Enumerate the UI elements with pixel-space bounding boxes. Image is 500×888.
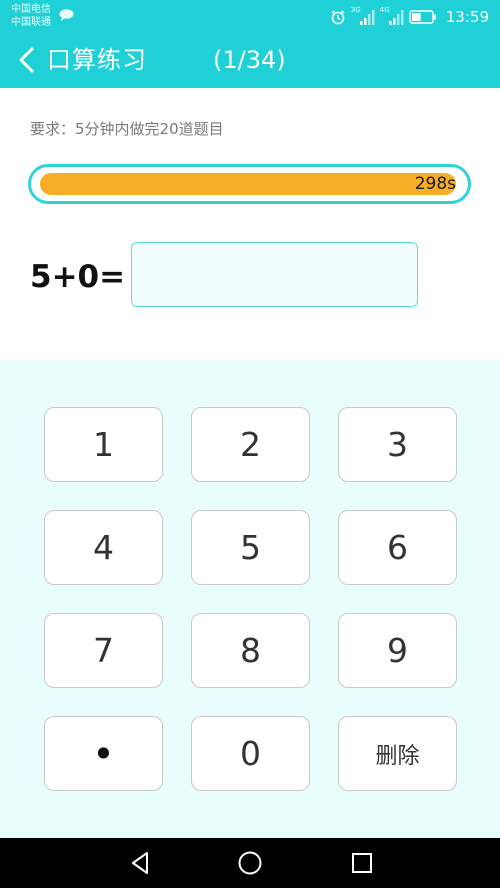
key-6[interactable]: 6 [338,510,457,585]
status-indicators: 3G 4G 13:59 [330,6,489,28]
requirement-text: 要求：5分钟内做完20道题目 [30,120,224,138]
key-3[interactable]: 3 [338,407,457,482]
timer-progress-bar: 298s [28,164,471,204]
title-bar: 口算练习 (1/34) [0,34,500,88]
chevron-left-icon[interactable] [14,44,40,76]
battery-icon [409,10,436,24]
number-keypad: 1 2 3 4 5 6 7 8 9 • 0 删除 [0,360,500,838]
signal-icon [388,10,404,25]
key-9[interactable]: 9 [338,613,457,688]
delete-button[interactable]: 删除 [338,716,457,791]
status-bar: 中国电信 中国联通 3G 4G 13:59 [0,0,500,34]
circle-home-icon[interactable] [237,850,263,876]
app-screen: 中国电信 中国联通 3G 4G 13:59 口算练习 (1/34) 要求：5分钟… [0,0,500,888]
key-decimal-point[interactable]: • [44,716,163,791]
key-1[interactable]: 1 [44,407,163,482]
question-progress: (1/34) [213,46,286,74]
status-time: 13:59 [445,8,489,26]
page-title: 口算练习 [47,46,147,74]
carrier-info: 中国电信 中国联通 [11,3,51,29]
alarm-clock-icon [331,10,345,25]
key-5[interactable]: 5 [191,510,310,585]
answer-input[interactable] [131,242,418,307]
question-area: 要求：5分钟内做完20道题目 298s 5+0= [0,88,500,360]
key-8[interactable]: 8 [191,613,310,688]
key-0[interactable]: 0 [191,716,310,791]
triangle-back-icon[interactable] [127,850,153,876]
header: 中国电信 中国联通 3G 4G 13:59 口算练习 (1/34) [0,0,500,88]
signal-group-2: 4G [380,6,404,26]
key-2[interactable]: 2 [191,407,310,482]
key-4[interactable]: 4 [44,510,163,585]
signal-icon [359,10,375,25]
timer-progress-fill [40,173,456,195]
equation-text: 5+0= [30,259,126,295]
carrier-2: 中国联通 [11,17,51,28]
signal-group-1: 3G [351,6,375,26]
chat-bubble-icon [59,9,74,21]
carrier-1: 中国电信 [11,4,51,15]
square-recent-icon[interactable] [349,850,375,876]
timer-remaining: 298s [414,174,456,194]
key-7[interactable]: 7 [44,613,163,688]
system-navigation-bar [0,838,500,888]
